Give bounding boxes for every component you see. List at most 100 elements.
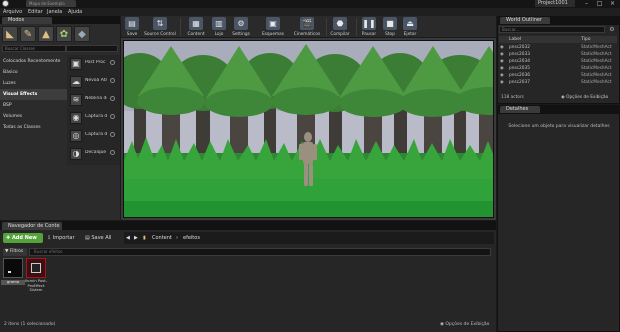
category-bsp[interactable]: BSP xyxy=(0,100,67,111)
save-all-button[interactable]: ▤ Save All xyxy=(85,233,111,243)
breadcrumb-content[interactable]: Content xyxy=(152,232,172,244)
postprocess-icon: ▣ xyxy=(70,58,82,70)
menu-edit[interactable]: Editar xyxy=(28,8,43,16)
tab-modes[interactable]: Modos xyxy=(2,17,52,24)
foliage-mode-icon[interactable]: ✿ xyxy=(56,26,72,42)
engine-logo-icon xyxy=(2,0,9,7)
particle-thumbnail xyxy=(26,258,46,278)
stop-button[interactable]: ■ Stop xyxy=(381,16,399,38)
column-type[interactable]: Tipo xyxy=(581,36,590,43)
eject-button[interactable]: ⏏ Ejetar xyxy=(401,16,419,38)
place-mode-icon[interactable]: ◣ xyxy=(2,26,18,42)
eye-icon[interactable]: ◉ xyxy=(500,65,504,72)
back-arrow-icon[interactable]: ◀ xyxy=(126,232,130,244)
table-row[interactable]: ◉ pnsc2036 StaticMeshAct xyxy=(499,72,617,79)
modes-search-input[interactable]: Buscar Classes xyxy=(2,45,66,52)
game-viewport[interactable] xyxy=(123,40,494,218)
maximize-icon[interactable]: □ xyxy=(593,0,606,7)
category-visual-effects[interactable]: Visual Effects xyxy=(0,89,67,100)
list-item[interactable]: ◑ Decalque xyxy=(68,146,120,163)
table-row[interactable]: ◉ pnsc2037 StaticMeshAct xyxy=(499,79,617,86)
minimize-icon[interactable]: – xyxy=(580,0,593,7)
table-row[interactable]: ◉ pnsc2035 StaticMeshAct xyxy=(499,65,617,72)
breadcrumb-efeitos[interactable]: efeitos xyxy=(183,232,200,244)
asset-postprocess[interactable]: Ilumin Post-ProEffect Sistem xyxy=(25,258,47,292)
menu-help[interactable]: Ajuda xyxy=(68,8,82,16)
eye-icon[interactable]: ◉ xyxy=(500,72,504,79)
category-all-classes[interactable]: Todas as Classes xyxy=(0,122,67,133)
category-volumes[interactable]: Volumes xyxy=(0,111,67,122)
material-thumbnail xyxy=(3,258,23,278)
menu-bar xyxy=(0,8,620,16)
save-button[interactable]: ▤ Save xyxy=(124,16,140,38)
outliner-header: Label Tipo xyxy=(499,36,617,43)
save-icon: ▤ xyxy=(125,17,139,30)
outliner-view-options[interactable]: ◉ Opções de Exibição xyxy=(561,94,608,102)
table-row[interactable]: ◉ pnsc2033 StaticMeshAct xyxy=(499,51,617,58)
blueprints-button[interactable]: ▣ Esquemas xyxy=(258,16,288,38)
tab-details[interactable]: Detalhes xyxy=(500,106,540,113)
category-basic[interactable]: Básico xyxy=(0,67,67,78)
list-item[interactable]: ≋ Neblina de xyxy=(68,92,120,109)
info-icon xyxy=(110,132,115,137)
table-row[interactable]: ◉ pnsc2032 StaticMeshAct xyxy=(499,44,617,51)
actor-count: 118 actors xyxy=(501,95,524,100)
table-row[interactable]: ◉ pnsc2034 StaticMeshAct xyxy=(499,58,617,65)
outliner-settings-icon[interactable]: ⚙ xyxy=(607,26,617,33)
capture-icon: ◉ xyxy=(70,112,82,124)
capture-icon: ◎ xyxy=(70,130,82,142)
content-view-options[interactable]: ◉ Opções de Exibição xyxy=(440,322,489,327)
settings-button[interactable]: ⚙ Settings xyxy=(230,16,252,38)
info-icon xyxy=(110,60,115,65)
marketplace-button[interactable]: ▥ Lojo xyxy=(210,16,228,38)
source-control-button[interactable]: ⇅ Source Control xyxy=(143,16,177,38)
toolbar-divider xyxy=(326,18,327,36)
fog-icon: ≋ xyxy=(70,94,82,106)
list-item[interactable]: ☁Névoa Atmo xyxy=(68,74,120,91)
pause-button[interactable]: ❚❚ Pausar xyxy=(360,16,378,38)
tab-world-outliner[interactable]: World Outliner xyxy=(500,17,550,24)
category-recent[interactable]: Colocados Recentemente xyxy=(0,56,67,67)
content-browser-panel xyxy=(0,230,496,332)
tab-content-browser[interactable]: Navegador de Conte xyxy=(2,222,62,230)
content-browser-tab-bar xyxy=(0,221,496,230)
list-item[interactable]: ◉ Captura d xyxy=(68,110,120,127)
eye-icon[interactable]: ◉ xyxy=(500,51,504,58)
add-new-button[interactable]: ✚ Add New xyxy=(3,233,43,243)
import-button[interactable]: ⇩ Importar xyxy=(47,233,75,243)
fog-icon: ☁ xyxy=(70,76,82,88)
geometry-mode-icon[interactable]: ◆ xyxy=(74,26,90,42)
menu-file[interactable]: Arquivo xyxy=(3,8,22,16)
build-icon: ⬣ xyxy=(333,17,347,30)
asset-grama[interactable]: grama xyxy=(1,258,25,292)
eject-icon: ⏏ xyxy=(403,17,417,30)
details-empty-message: Selecione um objeto para visualizar deta… xyxy=(508,124,610,129)
content-button[interactable]: ▦ Content xyxy=(184,16,208,38)
marketplace-icon: ▥ xyxy=(212,17,226,30)
source-control-icon: ⇅ xyxy=(153,17,167,30)
cinematics-button[interactable]: 🎬 Cinemáticos xyxy=(290,16,324,38)
outliner-footer: 118 actors ◉ Opções de Exibição xyxy=(499,94,617,102)
level-tab[interactable]: Mapa de Exemplo xyxy=(26,0,76,7)
category-lights[interactable]: Luzes xyxy=(0,78,67,89)
eye-icon[interactable]: ◉ xyxy=(500,79,504,86)
list-item[interactable]: ◎ Captura d xyxy=(68,128,120,145)
content-icon: ▦ xyxy=(189,17,203,30)
build-button[interactable]: ⬣ Compilar xyxy=(328,16,352,38)
column-label[interactable]: Label xyxy=(509,36,521,43)
menu-window[interactable]: Janela xyxy=(47,8,62,16)
paint-mode-icon[interactable]: ✎ xyxy=(20,26,36,42)
asset-search-input[interactable]: Buscar efeitos xyxy=(29,248,491,256)
modes-search-field-extra[interactable] xyxy=(66,45,118,52)
eye-icon[interactable]: ◉ xyxy=(500,58,504,65)
filters-button[interactable]: ▼ Filtros xyxy=(3,248,27,256)
outliner-search-input[interactable]: Buscar... xyxy=(499,26,605,33)
project-name: Project1001 xyxy=(535,0,575,7)
list-item[interactable]: ▣ Post Proc xyxy=(68,56,120,73)
eye-icon[interactable]: ◉ xyxy=(500,44,504,51)
chevron-right-icon: › xyxy=(176,235,178,241)
forward-arrow-icon[interactable]: ▶ xyxy=(134,232,138,244)
landscape-mode-icon[interactable]: ▲ xyxy=(38,26,54,42)
close-icon[interactable]: × xyxy=(606,0,619,7)
pause-icon: ❚❚ xyxy=(362,17,376,30)
